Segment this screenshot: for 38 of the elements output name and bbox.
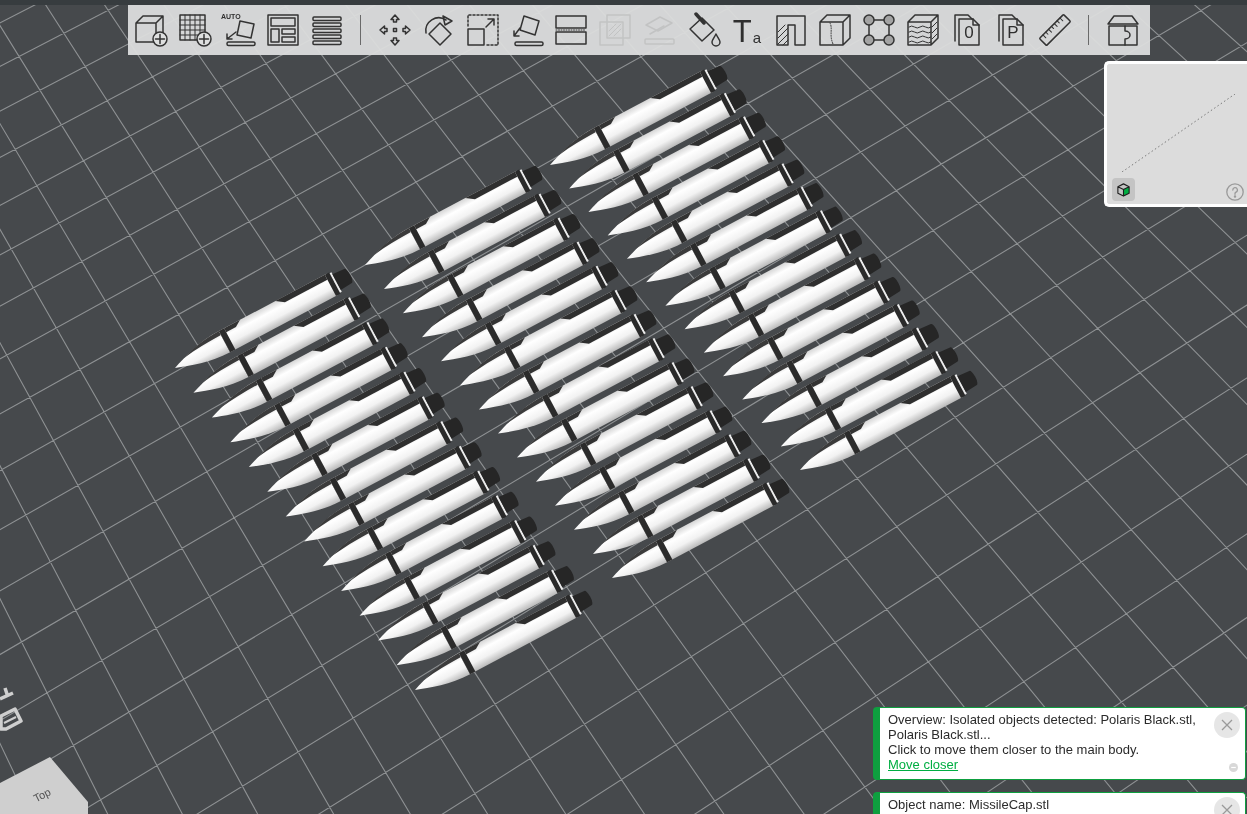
toolbar-button[interactable] [377, 12, 413, 48]
cube-plus-icon [133, 12, 169, 48]
toolbar-button[interactable] [773, 12, 809, 48]
toolbar-button[interactable] [177, 12, 213, 48]
cube-icon [1116, 182, 1131, 197]
hatched-arch-icon [773, 12, 809, 48]
cube-seam-icon [817, 12, 853, 48]
toolbar-button[interactable] [861, 12, 897, 48]
grid-plus-icon [177, 12, 213, 48]
toolbar-button[interactable] [133, 12, 169, 48]
minus-icon [1229, 763, 1238, 772]
layout-icon [265, 12, 301, 48]
toolbar-button[interactable] [1037, 12, 1073, 48]
move-icon [377, 12, 413, 48]
notification-hint: Click to move them closer to the main body. [888, 742, 1140, 757]
split-icon [553, 12, 589, 48]
wavy-cube-icon [905, 12, 941, 48]
view-cube[interactable]: Top [0, 757, 88, 814]
close-icon [1221, 804, 1233, 814]
toolbar-button[interactable] [817, 12, 853, 48]
ruler-icon [1037, 12, 1073, 48]
close-icon [1221, 719, 1233, 731]
toolbar-button[interactable] [1105, 12, 1141, 48]
toolbar-button[interactable]: Ta [729, 12, 765, 48]
toolbar-button[interactable] [465, 12, 501, 48]
toolbar-button[interactable] [553, 12, 589, 48]
box-puzzle-icon [1105, 12, 1141, 48]
toolbar-button[interactable]: 0 [949, 12, 985, 48]
toolbar-button[interactable] [265, 12, 301, 48]
plate-logo-drawing [0, 686, 23, 731]
toolbar-button[interactable] [905, 12, 941, 48]
cube-view-button[interactable] [1112, 178, 1135, 201]
close-button[interactable] [1214, 712, 1240, 738]
notification-message: Object name: MissileCap.stl [888, 797, 1050, 812]
toolbar-button[interactable]: P [993, 12, 1029, 48]
notification-message: Overview: Isolated objects detected: Polaris Black.stl, Polaris Black.stl... [888, 712, 1197, 742]
square-corner-circles-icon [861, 12, 897, 48]
scale-icon [465, 12, 501, 48]
